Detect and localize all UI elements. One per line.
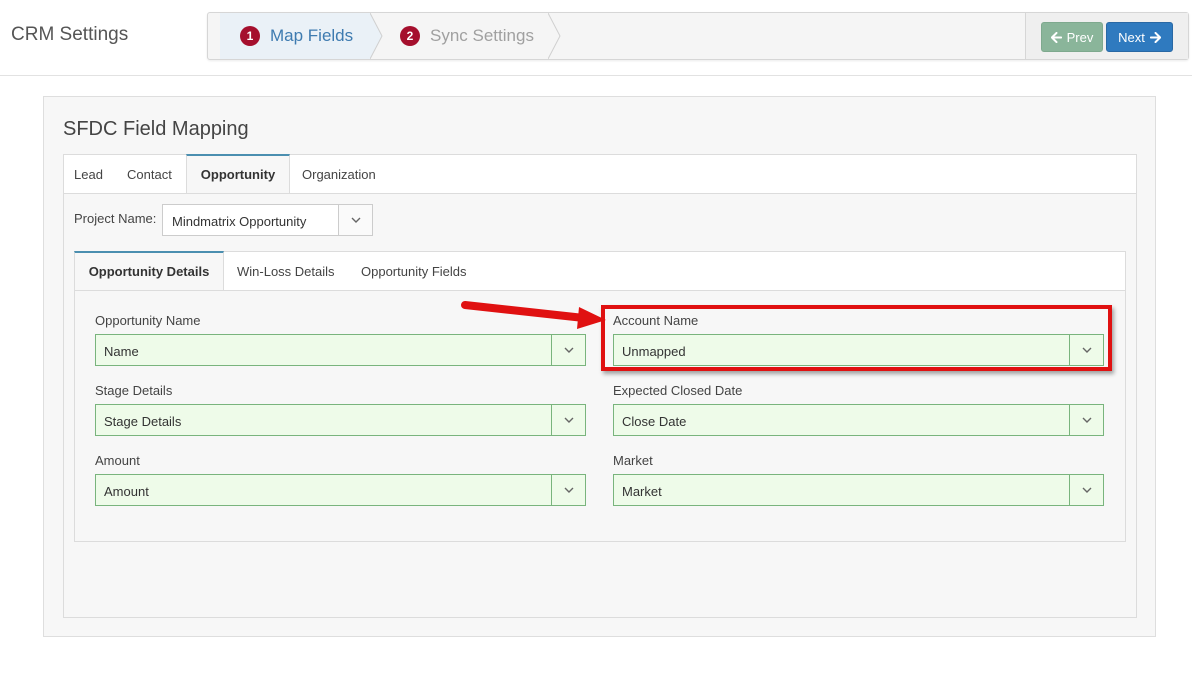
- annotation-arrow-icon: [461, 301, 606, 329]
- field-value: Market: [622, 484, 662, 499]
- expected-closed-date-select[interactable]: Close Date: [613, 404, 1104, 436]
- wizard-actions: Prev Next: [1025, 13, 1188, 59]
- chevron-down-icon[interactable]: [551, 475, 585, 505]
- tab-opportunity[interactable]: Opportunity: [186, 154, 290, 193]
- market-select[interactable]: Market: [613, 474, 1104, 506]
- step-separator-icon: [370, 13, 383, 59]
- field-label: Market: [613, 453, 653, 468]
- card-title: SFDC Field Mapping: [63, 118, 249, 140]
- tab-lead[interactable]: Lead: [74, 155, 103, 193]
- field-label: Opportunity Name: [95, 313, 201, 328]
- field-label: Stage Details: [95, 383, 173, 398]
- tab-win-loss-details[interactable]: Win-Loss Details: [237, 252, 335, 290]
- project-name-label: Project Name:: [74, 211, 157, 226]
- prev-label: Prev: [1066, 29, 1094, 45]
- field-label: Expected Closed Date: [613, 383, 743, 398]
- step-separator-icon: [548, 13, 561, 59]
- step-2-label: Sync Settings: [430, 26, 534, 45]
- tab-opportunity-fields[interactable]: Opportunity Fields: [361, 252, 467, 290]
- prev-button[interactable]: Prev: [1041, 22, 1103, 52]
- step-sync-settings[interactable]: 2 Sync Settings: [400, 13, 534, 59]
- field-value: Close Date: [622, 414, 687, 429]
- stage-details-select[interactable]: Stage Details: [95, 404, 586, 436]
- tab-organization[interactable]: Organization: [302, 155, 376, 193]
- step-1-label: Map Fields: [270, 26, 354, 45]
- object-tab-bar: Lead Contact Opportunity Organization: [64, 154, 1136, 194]
- next-label: Next: [1118, 29, 1145, 45]
- project-name-value: Mindmatrix Opportunity: [172, 214, 307, 229]
- tab-opportunity-details[interactable]: Opportunity Details: [74, 251, 224, 290]
- top-bar: CRM Settings 1 Map Fields 2 Sync Setting…: [0, 0, 1192, 76]
- arrow-right-icon: [1149, 31, 1161, 43]
- project-name-select[interactable]: Mindmatrix Opportunity: [162, 204, 373, 236]
- annotation-highlight-box: [601, 305, 1112, 371]
- opportunity-subtabs-panel: Opportunity Details Win-Loss Details Opp…: [74, 251, 1126, 542]
- step-map-fields[interactable]: 1 Map Fields: [240, 13, 353, 59]
- chevron-down-icon[interactable]: [551, 335, 585, 365]
- field-value: Amount: [104, 484, 149, 499]
- step-2-badge: 2: [400, 26, 420, 46]
- chevron-down-icon[interactable]: [1069, 475, 1103, 505]
- page-title: CRM Settings: [11, 24, 129, 45]
- tab-contact[interactable]: Contact: [127, 155, 172, 193]
- wizard-steps: 1 Map Fields 2 Sync Settings Prev Next: [207, 12, 1189, 60]
- field-value: Stage Details: [104, 414, 182, 429]
- opportunity-name-select[interactable]: Name: [95, 334, 586, 366]
- amount-select[interactable]: Amount: [95, 474, 586, 506]
- chevron-down-icon[interactable]: [1069, 405, 1103, 435]
- field-label: Amount: [95, 453, 140, 468]
- field-value: Name: [104, 344, 139, 359]
- object-tabs-panel: Lead Contact Opportunity Organization Pr…: [63, 154, 1137, 618]
- step-1-badge: 1: [240, 26, 260, 46]
- arrow-left-icon: [1050, 31, 1062, 43]
- opportunity-subtab-bar: Opportunity Details Win-Loss Details Opp…: [74, 251, 1125, 291]
- next-button[interactable]: Next: [1106, 22, 1173, 52]
- chevron-down-icon[interactable]: [551, 405, 585, 435]
- chevron-down-icon[interactable]: [338, 205, 372, 235]
